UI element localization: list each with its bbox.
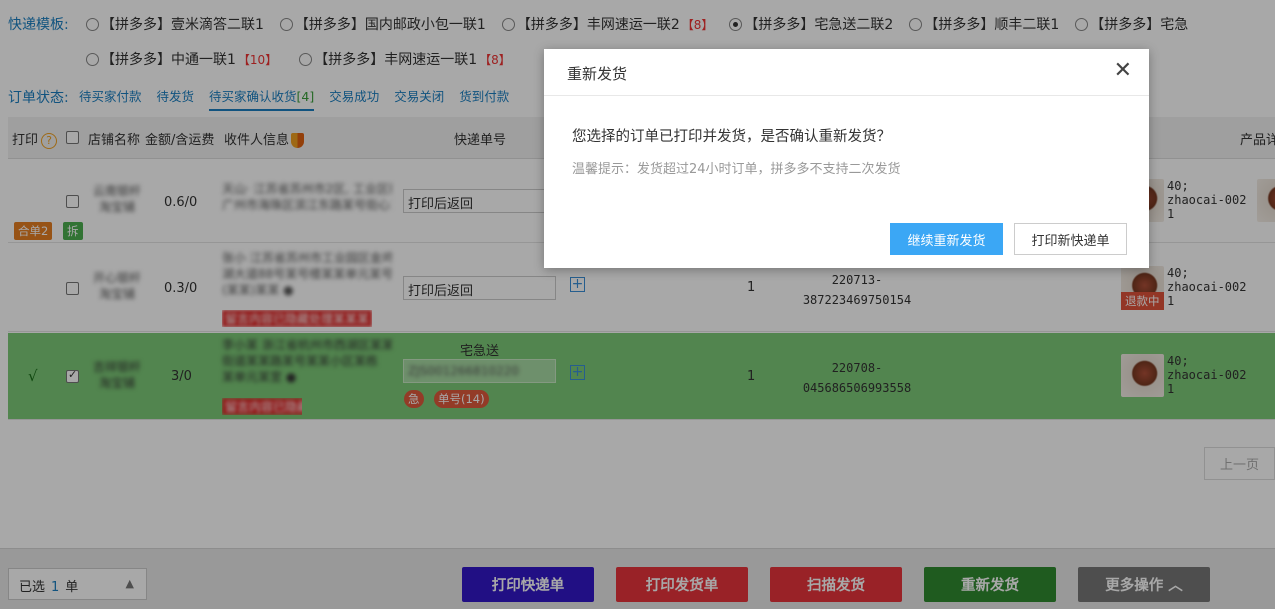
dialog-tip: 温馨提示：发货超过24小时订单，拼多多不支持二次发货 [572,162,901,177]
dialog-message: 您选择的订单已打印并发货，是否确认重新发货？ [572,129,891,145]
dialog-header: 重新发货 ✕ [544,49,1149,96]
continue-reship-button[interactable]: 继续重新发货 [890,223,1003,255]
print-new-waybill-button[interactable]: 打印新快递单 [1014,223,1127,255]
reship-dialog: 重新发货 ✕ 您选择的订单已打印并发货，是否确认重新发货？ 温馨提示：发货超过2… [544,49,1149,268]
close-icon[interactable]: ✕ [1114,60,1132,82]
dialog-title: 重新发货 [567,65,628,83]
